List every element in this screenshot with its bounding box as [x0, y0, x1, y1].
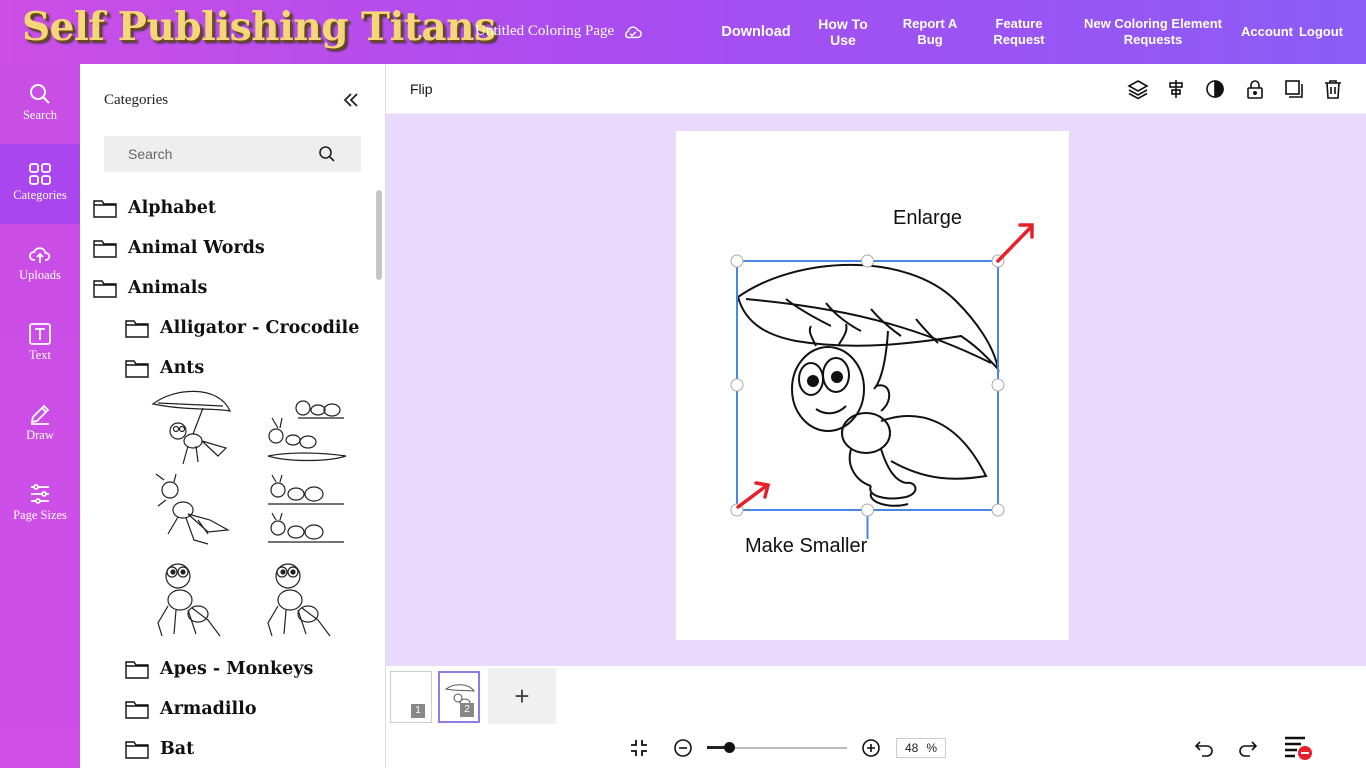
grid-icon: [29, 163, 51, 185]
category-item-animal-words[interactable]: Animal Words: [92, 233, 265, 263]
account-link[interactable]: Account: [1238, 0, 1296, 64]
ant-leaf-thumbnail[interactable]: [148, 386, 238, 470]
zoom-out-icon[interactable]: [673, 738, 693, 758]
clear-all-icon[interactable]: [1283, 735, 1315, 761]
folder-icon: [93, 240, 117, 258]
zoom-slider-knob[interactable]: [724, 742, 736, 753]
folder-icon: [93, 200, 117, 218]
text-icon: [29, 323, 51, 345]
brand-logo[interactable]: Self Publishing Titans: [22, 4, 496, 50]
category-item-armadillo[interactable]: Armadillo: [124, 694, 257, 724]
pencil-icon: [30, 404, 50, 425]
ant-running-thumbnail[interactable]: [148, 472, 238, 556]
ant-group-thumbnail[interactable]: [258, 386, 348, 470]
ant-smiling-thumbnail[interactable]: [148, 558, 238, 642]
page-number: 1: [411, 704, 425, 718]
page-thumbnail-2[interactable]: 2: [438, 671, 480, 723]
ant-smiling-2-thumbnail[interactable]: [258, 558, 348, 642]
page-number: 2: [460, 703, 474, 717]
rail-item-categories[interactable]: Categories: [0, 144, 80, 224]
rail-item-search[interactable]: Search: [0, 64, 80, 144]
new-element-request-link[interactable]: New Coloring Element Requests: [1078, 0, 1228, 64]
feature-request-link[interactable]: Feature Request: [984, 0, 1054, 64]
folder-icon: [125, 320, 149, 338]
category-item-bat[interactable]: Bat: [124, 734, 194, 764]
redo-icon[interactable]: [1238, 738, 1258, 758]
panel-scrollbar[interactable]: [376, 190, 382, 280]
align-icon[interactable]: [1165, 78, 1187, 100]
top-header: Self Publishing Titans Untitled Coloring…: [0, 0, 1366, 64]
rail-label: Draw: [26, 428, 54, 442]
contrast-icon[interactable]: [1204, 78, 1226, 100]
fit-screen-icon[interactable]: [629, 738, 649, 758]
folder-icon: [125, 360, 149, 378]
page-thumbnail-1[interactable]: 1: [390, 671, 432, 723]
sliders-icon: [31, 484, 49, 504]
layers-icon[interactable]: [1127, 78, 1149, 100]
rail-label: Categories: [13, 188, 67, 202]
document-title[interactable]: Untitled Coloring Page: [475, 23, 614, 40]
folder-icon: [93, 280, 117, 298]
rail-label: Page Sizes: [13, 508, 67, 522]
rail-item-text[interactable]: Text: [0, 304, 80, 384]
folder-icon: [125, 661, 149, 679]
zoom-unit: %: [926, 741, 938, 755]
folder-icon: [125, 741, 149, 759]
collapse-double-chevron-icon[interactable]: [342, 91, 360, 109]
rail-item-uploads[interactable]: Uploads: [0, 224, 80, 304]
zoom-value: 48: [904, 741, 919, 755]
add-page-button[interactable]: +: [488, 668, 556, 724]
category-search-input[interactable]: [104, 136, 314, 172]
category-item-alligator[interactable]: Alligator - Crocodile: [124, 313, 359, 343]
coloring-page[interactable]: Enlarge Make Smaller: [676, 131, 1069, 640]
selected-ant-element[interactable]: [676, 131, 1069, 640]
folder-icon: [125, 701, 149, 719]
rail-label: Uploads: [19, 268, 61, 282]
search-icon[interactable]: [318, 145, 336, 163]
categories-panel: Categories Alphabet Animal Words Animals…: [80, 64, 386, 768]
pages-strip: 1 2 +: [386, 666, 1366, 726]
flip-button[interactable]: Flip: [410, 81, 433, 97]
rail-item-page-sizes[interactable]: Page Sizes: [0, 464, 80, 544]
rail-item-draw[interactable]: Draw: [0, 384, 80, 464]
lock-icon[interactable]: [1244, 78, 1266, 100]
search-icon: [30, 84, 50, 104]
tool-rail: Search Categories Uploads Text Draw Page…: [0, 64, 80, 768]
ant-line-thumbnail[interactable]: [258, 472, 348, 556]
panel-title: Categories: [104, 92, 169, 108]
selection-handles: [730, 254, 1005, 539]
rail-label: Text: [28, 348, 52, 362]
zoom-percentage-field[interactable]: 48 %: [896, 738, 946, 758]
trash-icon[interactable]: [1322, 78, 1344, 100]
zoom-bar: 48 %: [386, 726, 1366, 768]
rail-label: Search: [22, 108, 57, 122]
category-item-alphabet[interactable]: Alphabet: [92, 193, 216, 223]
element-toolbar: Flip: [386, 64, 1366, 114]
logout-link[interactable]: Logout: [1297, 0, 1345, 64]
how-to-use-link[interactable]: How To Use: [808, 0, 878, 64]
category-item-apes-monkeys[interactable]: Apes - Monkeys: [124, 654, 313, 684]
category-search-box: [104, 136, 361, 172]
report-bug-link[interactable]: Report A Bug: [896, 0, 964, 64]
upload-cloud-icon: [29, 247, 51, 263]
cloud-save-icon[interactable]: [622, 22, 644, 42]
canvas-area: Enlarge Make Smaller: [386, 114, 1366, 666]
category-item-animals[interactable]: Animals: [92, 273, 207, 303]
download-link[interactable]: Download: [716, 0, 796, 64]
duplicate-icon[interactable]: [1283, 78, 1305, 100]
undo-icon[interactable]: [1194, 738, 1214, 758]
zoom-in-icon[interactable]: [861, 738, 881, 758]
category-item-ants[interactable]: Ants: [124, 353, 204, 383]
